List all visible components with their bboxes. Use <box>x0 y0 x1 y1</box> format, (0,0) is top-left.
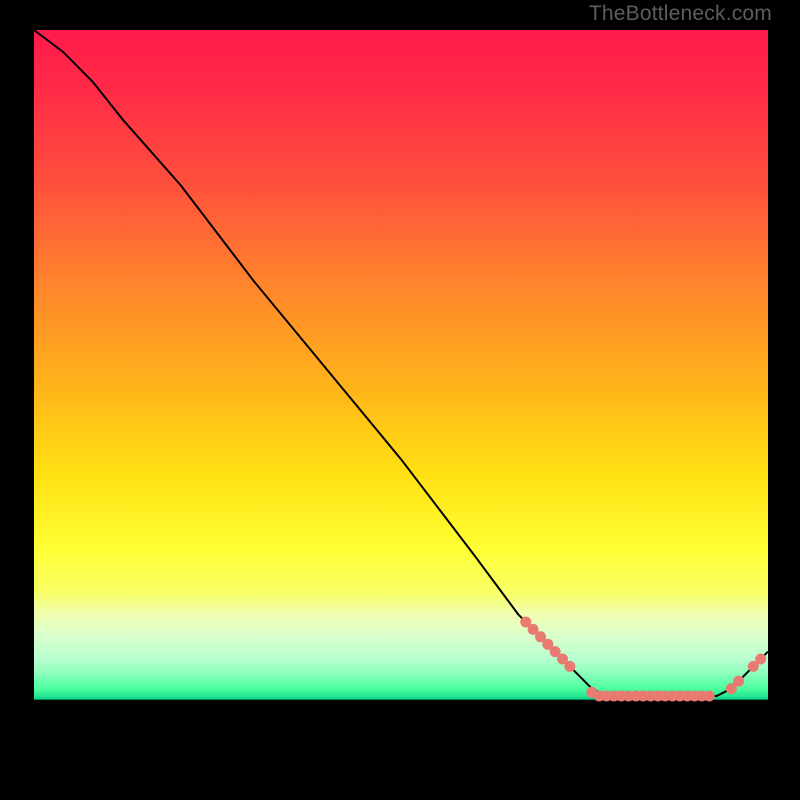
bottleneck-curve <box>34 30 768 696</box>
data-point <box>755 654 766 665</box>
data-point <box>564 661 575 672</box>
data-point <box>733 676 744 687</box>
data-point <box>704 691 715 702</box>
site-watermark: TheBottleneck.com <box>589 2 772 26</box>
marker-group <box>520 617 766 702</box>
curve-svg <box>34 30 768 770</box>
chart-frame: TheBottleneck.com <box>0 0 800 800</box>
plot-area <box>34 30 768 770</box>
